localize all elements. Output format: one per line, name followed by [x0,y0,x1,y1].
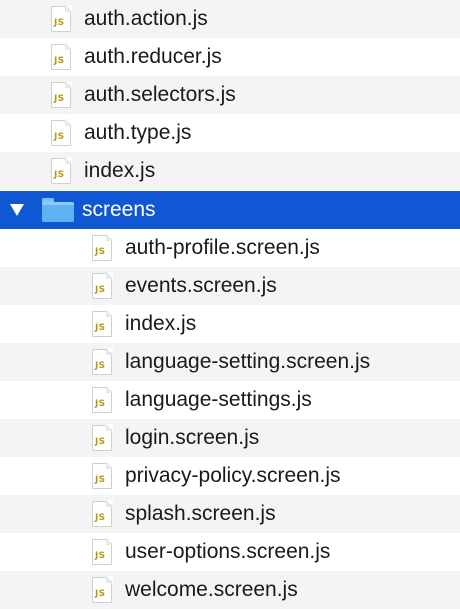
js-file-icon: JS [92,348,113,375]
folder-name: screens [82,198,156,221]
file-name: auth.type.js [84,121,192,144]
js-file-icon: JS [92,386,113,413]
disclosure-triangle-icon[interactable] [10,204,24,216]
js-file-icon: JS [92,576,113,603]
file-row[interactable]: JS auth-profile.screen.js [0,229,460,267]
file-row[interactable]: JS auth.reducer.js [0,38,460,76]
file-row[interactable]: JS index.js [0,152,460,190]
js-file-icon: JS [51,43,72,70]
file-row[interactable]: JS user-options.screen.js [0,533,460,571]
file-name: index.js [125,312,197,335]
file-tree: JS auth.action.js JS auth.reducer.js JS … [0,0,460,610]
js-file-icon: JS [92,234,113,261]
file-name: auth-profile.screen.js [125,236,320,259]
file-row[interactable]: JS auth.action.js [0,0,460,38]
file-name: user-options.screen.js [125,540,331,563]
js-file-icon: JS [92,272,113,299]
file-name: privacy-policy.screen.js [125,464,341,487]
file-row[interactable]: JS events.screen.js [0,267,460,305]
js-file-icon: JS [51,81,72,108]
file-name: login.screen.js [125,426,260,449]
js-file-icon: JS [92,310,113,337]
file-row[interactable]: JS auth.selectors.js [0,76,460,114]
file-row[interactable]: JS index.js [0,305,460,343]
file-name: welcome.screen.js [125,578,298,601]
file-name: splash.screen.js [125,502,276,525]
file-name: auth.selectors.js [84,83,236,106]
folder-icon [42,198,74,222]
file-row[interactable]: JS language-settings.js [0,381,460,419]
js-file-icon: JS [92,538,113,565]
file-row[interactable]: JS welcome.screen.js [0,571,460,609]
js-file-icon: JS [51,157,72,184]
js-file-icon: JS [51,5,72,32]
file-row[interactable]: JS privacy-policy.screen.js [0,457,460,495]
file-name: index.js [84,159,156,182]
folder-row-screens[interactable]: screens [0,191,460,229]
file-row[interactable]: JS language-setting.screen.js [0,343,460,381]
file-name: events.screen.js [125,274,277,297]
js-file-icon: JS [92,424,113,451]
file-row[interactable]: JS auth.type.js [0,114,460,152]
js-file-icon: JS [51,119,72,146]
file-row[interactable]: JS splash.screen.js [0,495,460,533]
file-name: auth.action.js [84,7,208,30]
js-file-icon: JS [92,500,113,527]
file-name: language-settings.js [125,388,312,411]
file-name: language-setting.screen.js [125,350,371,373]
file-name: auth.reducer.js [84,45,222,68]
file-row[interactable]: JS login.screen.js [0,419,460,457]
js-file-icon: JS [92,462,113,489]
